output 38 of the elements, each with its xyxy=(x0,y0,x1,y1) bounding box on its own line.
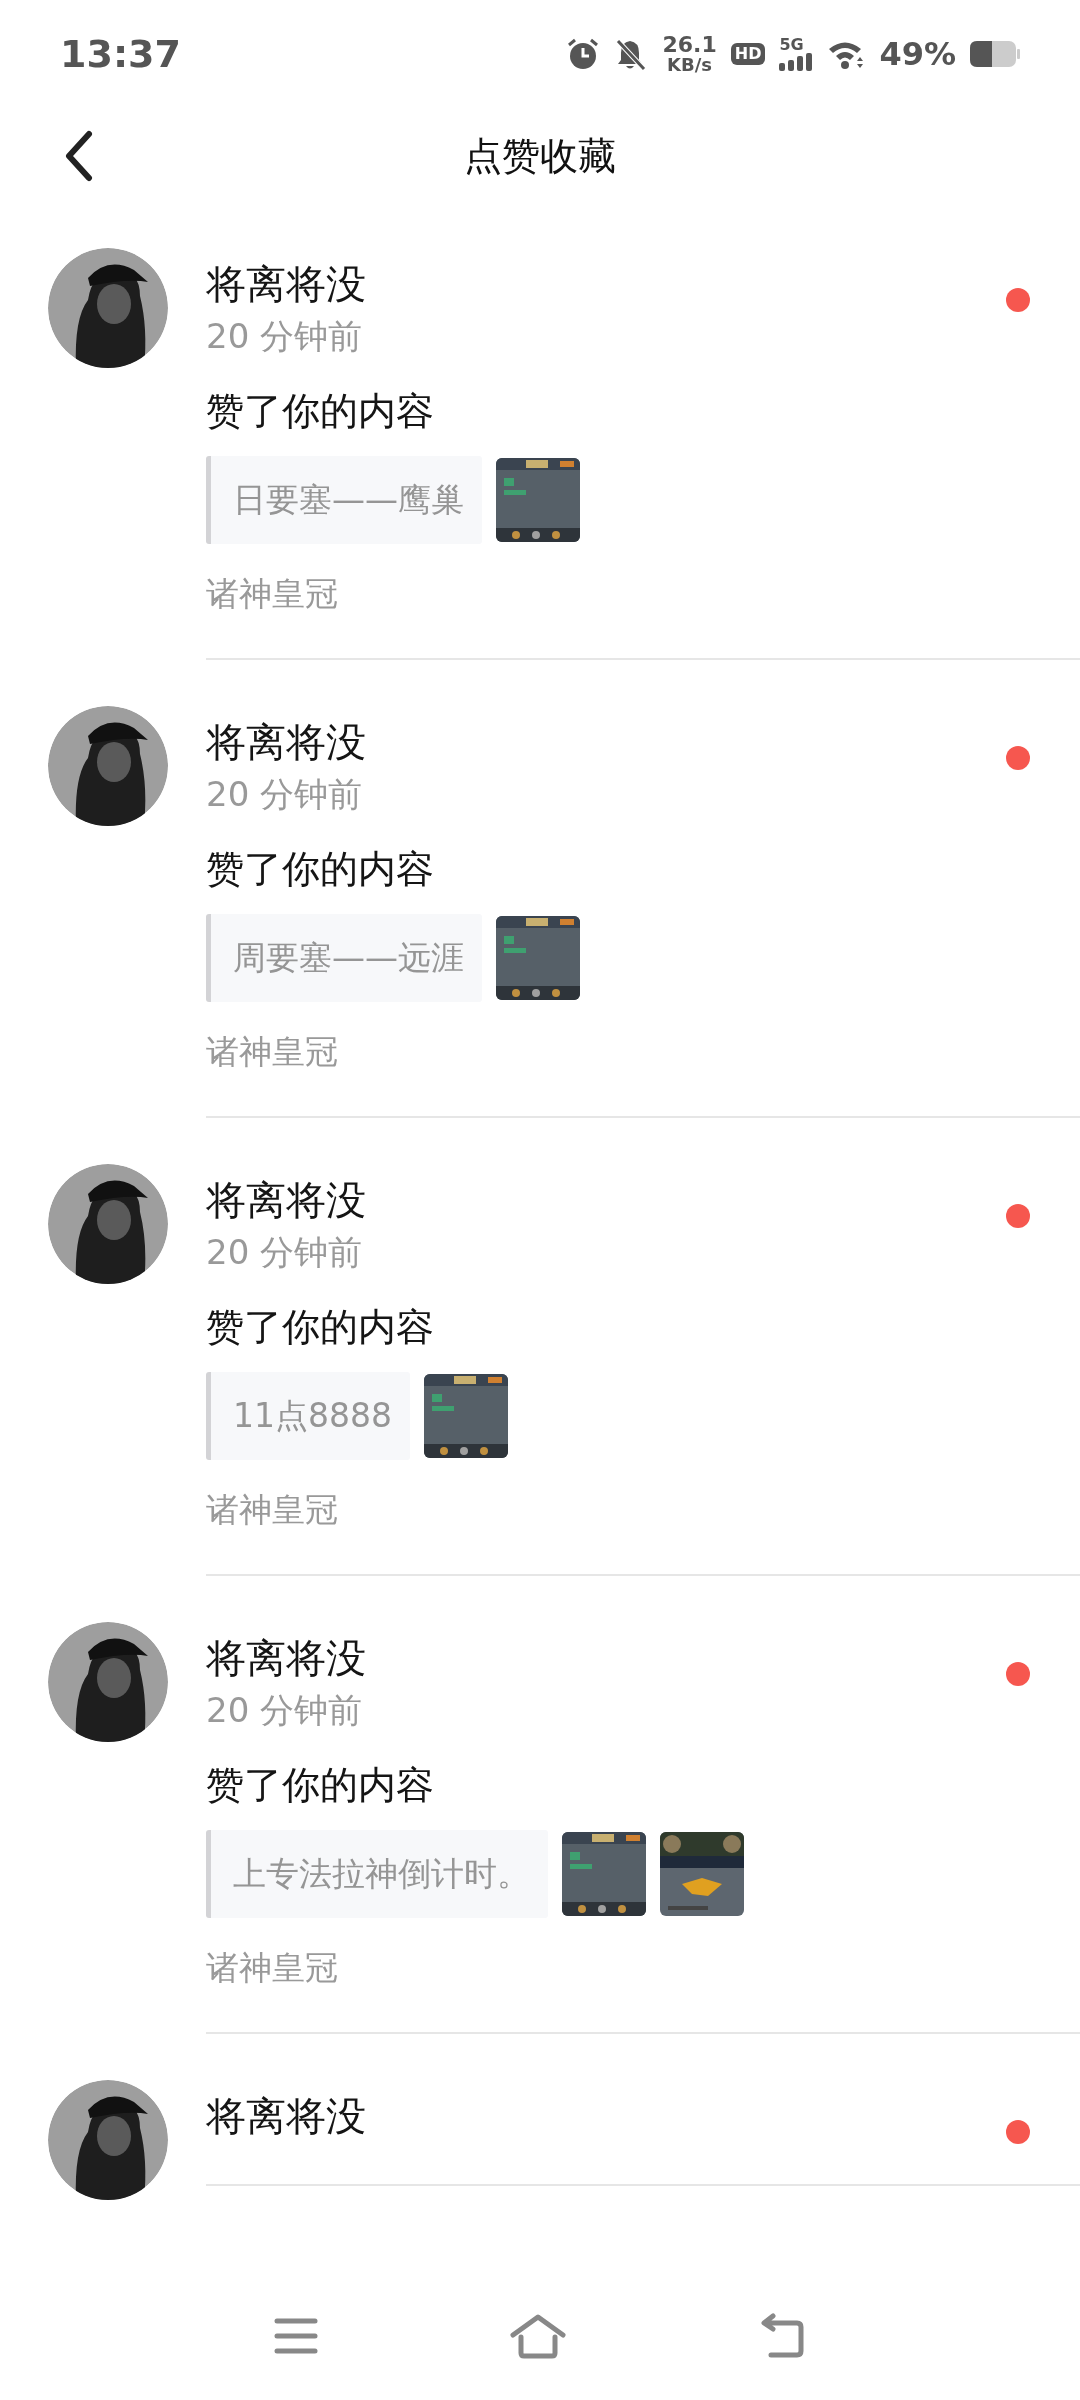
speed-unit: KB/s xyxy=(667,56,713,74)
avatar-icon xyxy=(48,706,168,826)
action-text: 赞了你的内容 xyxy=(206,388,435,435)
action-text: 赞了你的内容 xyxy=(206,1304,435,1351)
home-button[interactable] xyxy=(509,2313,567,2359)
avatar-icon xyxy=(48,2080,168,2200)
game-tag: 诸神皇冠 xyxy=(206,1944,1080,1992)
game-tag: 诸神皇冠 xyxy=(206,570,1080,618)
network-speed: 26.1 xyxy=(662,34,717,56)
user-name: 将离将没 xyxy=(206,2092,367,2141)
action-text: 赞了你的内容 xyxy=(206,846,435,893)
timestamp: 20 分钟前 xyxy=(206,1689,364,1732)
action-text: 赞了你的内容 xyxy=(206,1762,435,1809)
game-tag: 诸神皇冠 xyxy=(206,1486,1080,1534)
avatar-icon xyxy=(48,248,168,368)
battery-percent: 49% xyxy=(879,34,956,75)
user-name: 将离将没 xyxy=(206,718,367,767)
quoted-post[interactable]: 上专法拉神倒计时。 xyxy=(206,1830,548,1918)
network-type: 5G xyxy=(779,37,804,53)
timestamp: 20 分钟前 xyxy=(206,315,364,358)
quoted-post[interactable]: 11点8888 xyxy=(206,1372,410,1460)
user-name: 将离将没 xyxy=(206,1176,367,1225)
status-time: 13:37 xyxy=(60,30,181,78)
quoted-post[interactable]: 日要塞——鹰巢 xyxy=(206,456,482,544)
signal-icon xyxy=(779,53,814,71)
avatar-icon xyxy=(48,1164,168,1284)
hd-badge: HD xyxy=(730,43,766,65)
game-tag: 诸神皇冠 xyxy=(206,1028,1080,1076)
timestamp: 20 分钟前 xyxy=(206,773,364,816)
user-name: 将离将没 xyxy=(206,260,367,309)
timestamp: 20 分钟前 xyxy=(206,1231,364,1274)
page-title: 点赞收藏 xyxy=(464,132,616,180)
user-name: 将离将没 xyxy=(206,1634,367,1683)
battery-icon xyxy=(970,41,1020,67)
avatar-icon xyxy=(48,1622,168,1742)
alarm-icon xyxy=(566,37,601,71)
menu-button[interactable] xyxy=(273,2316,319,2356)
quoted-post[interactable]: 周要塞——远涯 xyxy=(206,914,482,1002)
